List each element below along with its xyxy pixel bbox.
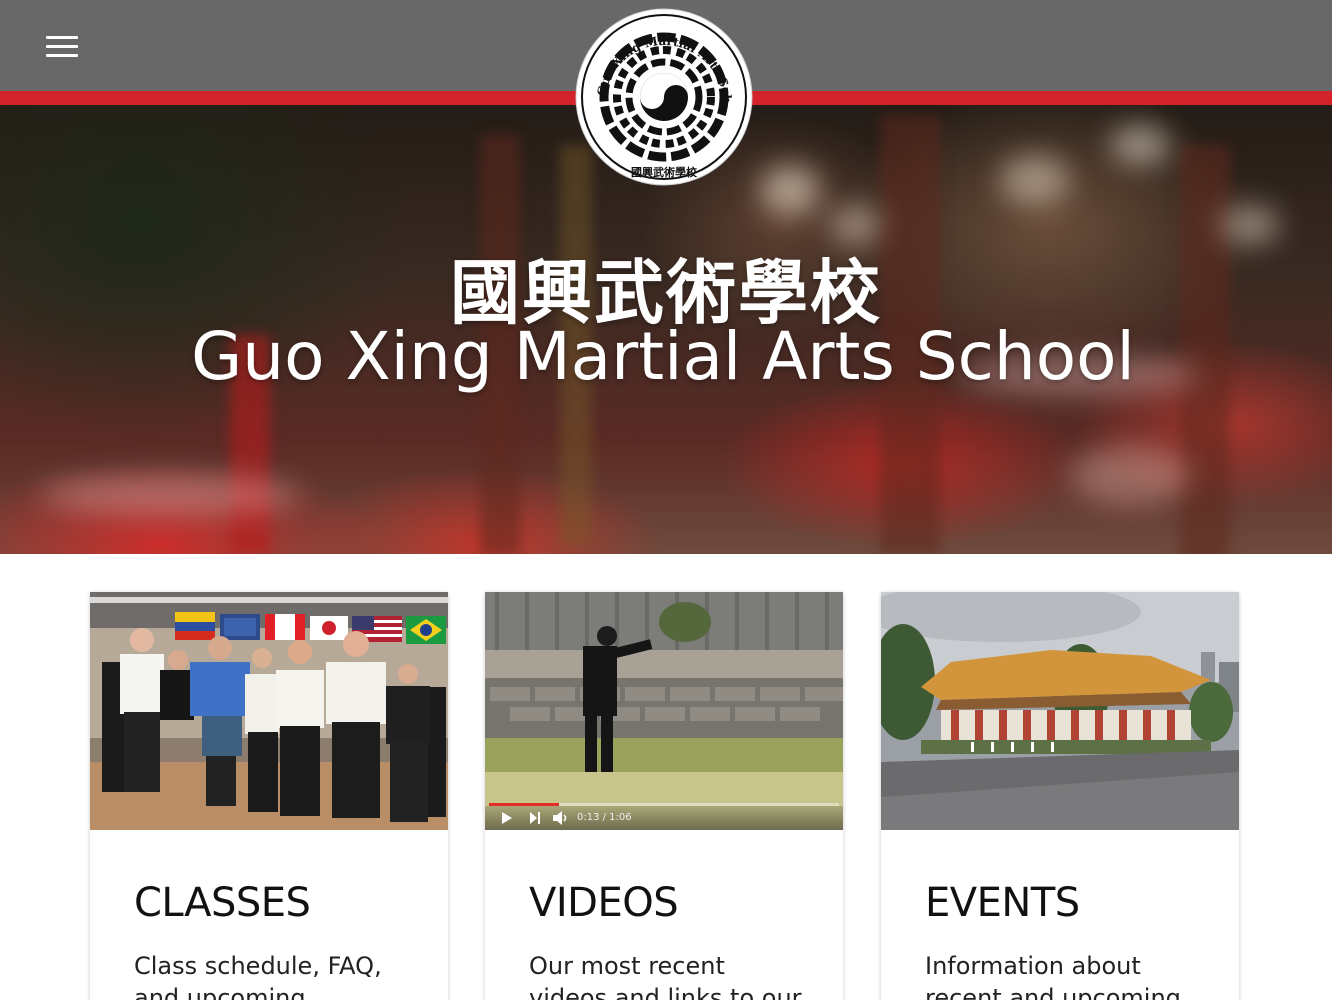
hero-title-english: Guo Xing Martial Arts School bbox=[191, 318, 1135, 395]
next-icon[interactable] bbox=[529, 812, 541, 824]
card-classes[interactable]: CLASSES Class schedule, FAQ, and upcomin… bbox=[90, 592, 448, 1000]
menu-icon[interactable] bbox=[40, 30, 84, 66]
card-title-videos: VIDEOS bbox=[529, 880, 679, 926]
card-text-videos: Our most recent videos and links to our … bbox=[529, 952, 802, 1000]
classes-group-photo bbox=[90, 592, 448, 830]
video-progress-fill bbox=[489, 803, 559, 806]
card-events[interactable]: EVENTS Information about recent and upco… bbox=[881, 592, 1239, 1000]
card-title-classes: CLASSES bbox=[134, 880, 311, 926]
video-thumbnail bbox=[485, 592, 843, 830]
video-controls: 0:13 / 1:06 bbox=[485, 806, 843, 830]
play-icon[interactable] bbox=[501, 812, 513, 824]
video-time: 0:13 / 1:06 bbox=[577, 812, 632, 823]
card-text-events: Information about recent and upcoming bbox=[925, 952, 1181, 1000]
card-videos[interactable]: 0:13 / 1:06 VIDEOS Our most recent video… bbox=[485, 592, 843, 1000]
events-hall-photo bbox=[881, 592, 1239, 830]
logo-cn-text: 國興武術學校 bbox=[631, 165, 698, 179]
card-text-classes: Class schedule, FAQ, and upcoming bbox=[134, 952, 382, 1000]
school-logo[interactable]: Guo Xing Martial Arts School 國興武術學校 bbox=[575, 8, 753, 186]
video-progress-bar[interactable] bbox=[489, 803, 839, 806]
volume-icon[interactable] bbox=[553, 811, 569, 825]
card-title-events: EVENTS bbox=[925, 880, 1080, 926]
